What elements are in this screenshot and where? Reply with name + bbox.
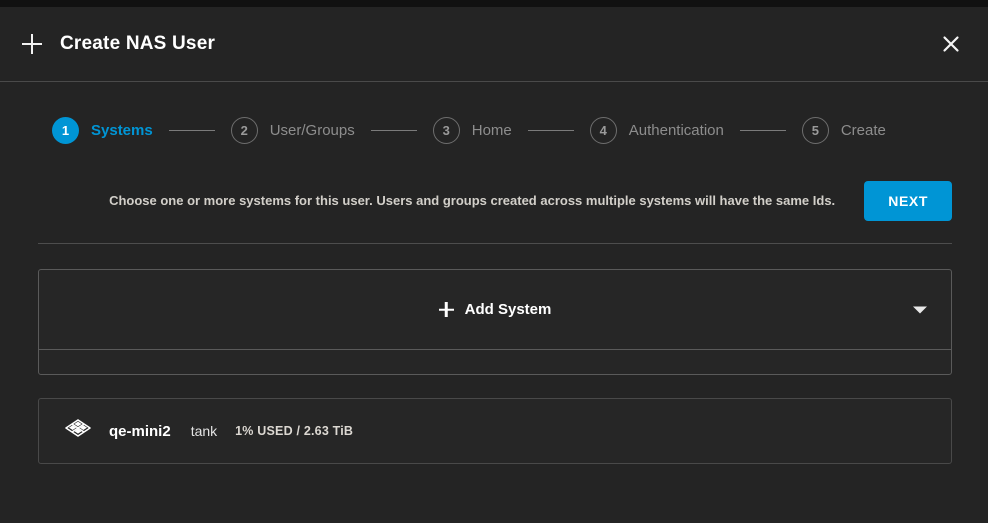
step-connector-4 xyxy=(740,130,786,131)
plus-icon xyxy=(439,302,454,317)
step-number-1: 1 xyxy=(52,117,79,144)
add-system-panel: Add System xyxy=(38,269,952,375)
system-list-item[interactable]: qe-mini2 tank 1% USED / 2.63 TiB xyxy=(38,398,952,464)
add-system-label: Add System xyxy=(465,301,552,318)
add-system-button[interactable]: Add System xyxy=(39,270,951,349)
page-title: Create NAS User xyxy=(60,33,215,55)
step-create[interactable]: 5 Create xyxy=(802,117,886,144)
system-usage: 1% USED / 2.63 TiB xyxy=(235,424,353,438)
close-icon xyxy=(941,34,961,54)
instructions-text: Choose one or more systems for this user… xyxy=(52,192,864,211)
step-number-3: 3 xyxy=(433,117,460,144)
step-label-systems: Systems xyxy=(91,122,153,139)
chevron-down-icon[interactable] xyxy=(913,306,927,313)
next-button[interactable]: NEXT xyxy=(864,181,952,221)
dialog-body: 1 Systems 2 User/Groups 3 Home 4 Authent… xyxy=(0,82,988,523)
wizard-stepper: 1 Systems 2 User/Groups 3 Home 4 Authent… xyxy=(0,82,988,179)
step-home[interactable]: 3 Home xyxy=(433,117,512,144)
step-label-home: Home xyxy=(472,122,512,139)
dataset-grid-icon xyxy=(61,414,95,448)
step-label-user-groups: User/Groups xyxy=(270,122,355,139)
dialog-header: Create NAS User xyxy=(0,7,988,82)
step-authentication[interactable]: 4 Authentication xyxy=(590,117,724,144)
instructions-row: Choose one or more systems for this user… xyxy=(0,181,988,221)
system-name: qe-mini2 xyxy=(109,423,171,440)
add-system-footer xyxy=(39,349,951,374)
add-system-label-group: Add System xyxy=(439,301,552,318)
step-label-authentication: Authentication xyxy=(629,122,724,139)
step-user-groups[interactable]: 2 User/Groups xyxy=(231,117,355,144)
close-button[interactable] xyxy=(934,27,968,61)
create-nas-user-dialog: Create NAS User 1 Systems 2 User/Groups … xyxy=(0,7,988,523)
plus-icon xyxy=(18,30,46,58)
step-label-create: Create xyxy=(841,122,886,139)
step-connector-1 xyxy=(169,130,215,131)
section-divider xyxy=(38,243,952,244)
step-systems[interactable]: 1 Systems xyxy=(52,117,153,144)
step-connector-3 xyxy=(528,130,574,131)
step-number-2: 2 xyxy=(231,117,258,144)
step-number-4: 4 xyxy=(590,117,617,144)
step-number-5: 5 xyxy=(802,117,829,144)
step-connector-2 xyxy=(371,130,417,131)
system-pool-name: tank xyxy=(191,423,217,439)
